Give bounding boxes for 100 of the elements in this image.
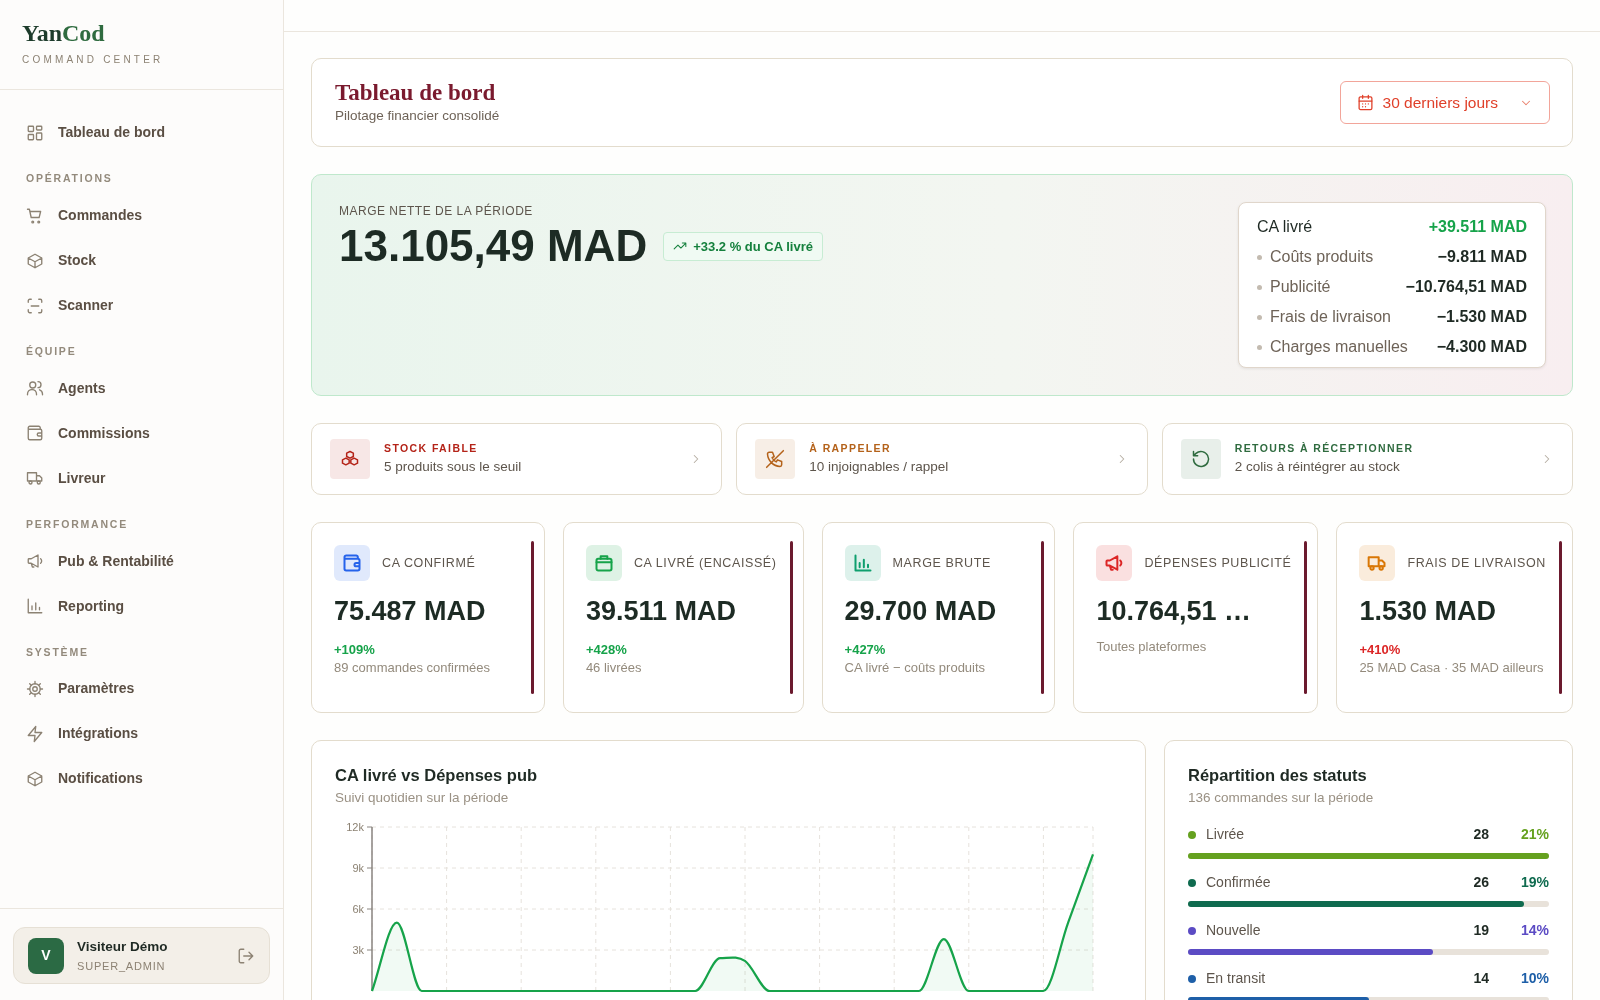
kpi-value: 39.511 MAD — [585, 595, 737, 628]
kpi-label: CA LIVRÉ (ENCAISSÉ) — [633, 554, 777, 572]
alert-title: RETOURS À RÉCEPTIONNER — [1234, 441, 1414, 456]
sidebar-item[interactable]: Agents — [14, 365, 269, 411]
sidebar-item[interactable]: Tableau de bord — [14, 110, 269, 156]
status-label: Confirmée — [1206, 873, 1271, 892]
status-count: 26 — [1472, 873, 1489, 892]
calendar-icon — [1356, 94, 1374, 111]
kpi-note: 89 commandes confirmées — [334, 659, 492, 677]
status-percent: 19% — [1519, 873, 1549, 892]
kpi-label: DÉPENSES PUBLICITÉ — [1144, 554, 1292, 572]
kpi-label: FRAIS DE LIVRAISON — [1407, 554, 1546, 572]
lightning-icon — [26, 724, 44, 743]
kpi-note: 25 MAD Casa · 35 MAD ailleurs — [1359, 659, 1545, 677]
bullet-dot — [1257, 314, 1262, 320]
status-label: Livrée — [1206, 825, 1245, 844]
breakdown-value: −4.300 MAD — [1436, 337, 1527, 357]
alert-title: À RAPPELER — [809, 441, 892, 456]
status-percent: 14% — [1519, 921, 1549, 940]
avatar: V — [28, 937, 64, 974]
alert-text: 5 produits sous le seuil — [384, 457, 522, 476]
chart-subtitle: Suivi quotidien sur la période — [335, 788, 510, 807]
period-dropdown[interactable]: 30 derniers jours — [1339, 80, 1550, 125]
sidebar-item[interactable]: Notifications — [14, 756, 269, 802]
bar-chart-icon — [26, 597, 44, 616]
status-label: En transit — [1206, 969, 1266, 988]
truck-icon — [26, 469, 44, 488]
alert-title: STOCK FAIBLE — [384, 441, 479, 456]
kpi-value: 10.764,51 … — [1096, 595, 1253, 628]
cart-icon — [26, 206, 44, 225]
kpi-value: 75.487 MAD — [334, 595, 487, 628]
metric-label: MARGE NETTE DE LA PÉRIODE — [339, 202, 534, 220]
kpi-note: 46 livrées — [585, 659, 643, 677]
alert-card[interactable]: RETOURS À RÉCEPTIONNER 2 colis à réintégrer au stock — [1161, 423, 1573, 495]
breakdown-label: Publicité — [1270, 277, 1331, 297]
breakdown-label: CA livré — [1257, 217, 1313, 237]
chart-title: CA livré vs Dépenses pub — [335, 765, 539, 786]
boxes-icon — [340, 449, 360, 469]
sidebar-item[interactable]: Stock — [14, 238, 269, 284]
megaphone-icon — [26, 552, 44, 571]
card-title: Répartition des statuts — [1188, 765, 1368, 786]
bullet-dot — [1257, 344, 1262, 350]
section-heading: OPÉRATIONS — [25, 171, 114, 187]
scan-icon — [26, 296, 44, 315]
alert-text: 10 injoignables / rappel — [809, 457, 949, 476]
tagline: COMMAND CENTER — [22, 53, 165, 68]
kpi-note: Toutes plateformes — [1096, 637, 1208, 656]
breakdown-value: −9.811 MAD — [1437, 247, 1527, 267]
breakdown-value: −10.764,51 MAD — [1405, 277, 1527, 297]
user-role: SUPER_ADMIN — [77, 958, 167, 974]
sidebar-item[interactable]: Commissions — [14, 410, 269, 456]
phone-off-icon — [765, 449, 786, 469]
refresh-icon — [1190, 449, 1211, 469]
breakdown-label: Frais de livraison — [1270, 307, 1391, 327]
status-percent: 21% — [1519, 825, 1549, 844]
trend-badge: +33.2 % du CA livré — [663, 231, 823, 262]
sidebar-item[interactable]: Scanner — [14, 283, 269, 329]
user-name: Visiteur Démo — [77, 938, 169, 957]
logo-text: YanCod — [22, 20, 106, 47]
kpi-delta: +410% — [1359, 640, 1402, 659]
kpi-delta: +427% — [844, 640, 887, 659]
kpi-label: CA CONFIRMÉ — [382, 554, 476, 572]
kpi-value: 29.700 MAD — [844, 595, 998, 628]
wallet-icon — [26, 424, 44, 443]
bullet-dot — [1257, 284, 1262, 290]
users-icon — [26, 379, 44, 398]
sidebar-item[interactable]: Reporting — [14, 583, 269, 629]
sidebar-item[interactable]: Intégrations — [14, 711, 269, 757]
status-count: 19 — [1472, 921, 1489, 940]
settings-icon — [26, 679, 44, 698]
sidebar-item[interactable]: Pub & Rentabilité — [14, 538, 269, 584]
breakdown-label: Charges manuelles — [1270, 337, 1408, 357]
axis-tick-label: 12k — [346, 821, 364, 833]
status-count: 14 — [1472, 969, 1489, 988]
kpi-delta: +428% — [585, 640, 628, 659]
kpi-value: 1.530 MAD — [1359, 595, 1497, 628]
metric-value: 13.105,49 MAD — [339, 220, 648, 272]
kpi-note: CA livré − coûts produits — [844, 659, 987, 677]
card-subtitle: 136 commandes sur la période — [1188, 788, 1375, 807]
axis-tick-label: 3k — [352, 944, 364, 956]
breakdown-value: −1.530 MAD — [1436, 307, 1527, 327]
kpi-delta: +109% — [334, 640, 376, 659]
alert-card[interactable]: STOCK FAIBLE 5 produits sous le seuil — [311, 423, 723, 495]
alert-card[interactable]: À RAPPELER 10 injoignables / rappel — [736, 423, 1148, 495]
section-heading: ÉQUIPE — [25, 344, 78, 360]
status-count: 28 — [1472, 825, 1489, 844]
bullet-dot — [1257, 254, 1262, 260]
sidebar-item[interactable]: Livreur — [14, 455, 269, 501]
grid-icon — [26, 123, 44, 142]
page-title: Tableau de bord — [335, 78, 497, 107]
sidebar-item[interactable]: Paramètres — [14, 666, 269, 712]
sidebar-item[interactable]: Commandes — [14, 193, 269, 239]
axis-tick-label: 6k — [352, 903, 364, 915]
breakdown-label: Coûts produits — [1270, 247, 1374, 267]
page-subtitle: Pilotage financier consolidé — [335, 107, 500, 126]
breakdown-value: +39.511 MAD — [1428, 217, 1527, 237]
section-heading: PERFORMANCE — [25, 516, 130, 532]
axis-tick-label: 9k — [352, 862, 364, 874]
section-heading: SYSTÈME — [25, 644, 90, 660]
box-icon — [26, 769, 44, 788]
